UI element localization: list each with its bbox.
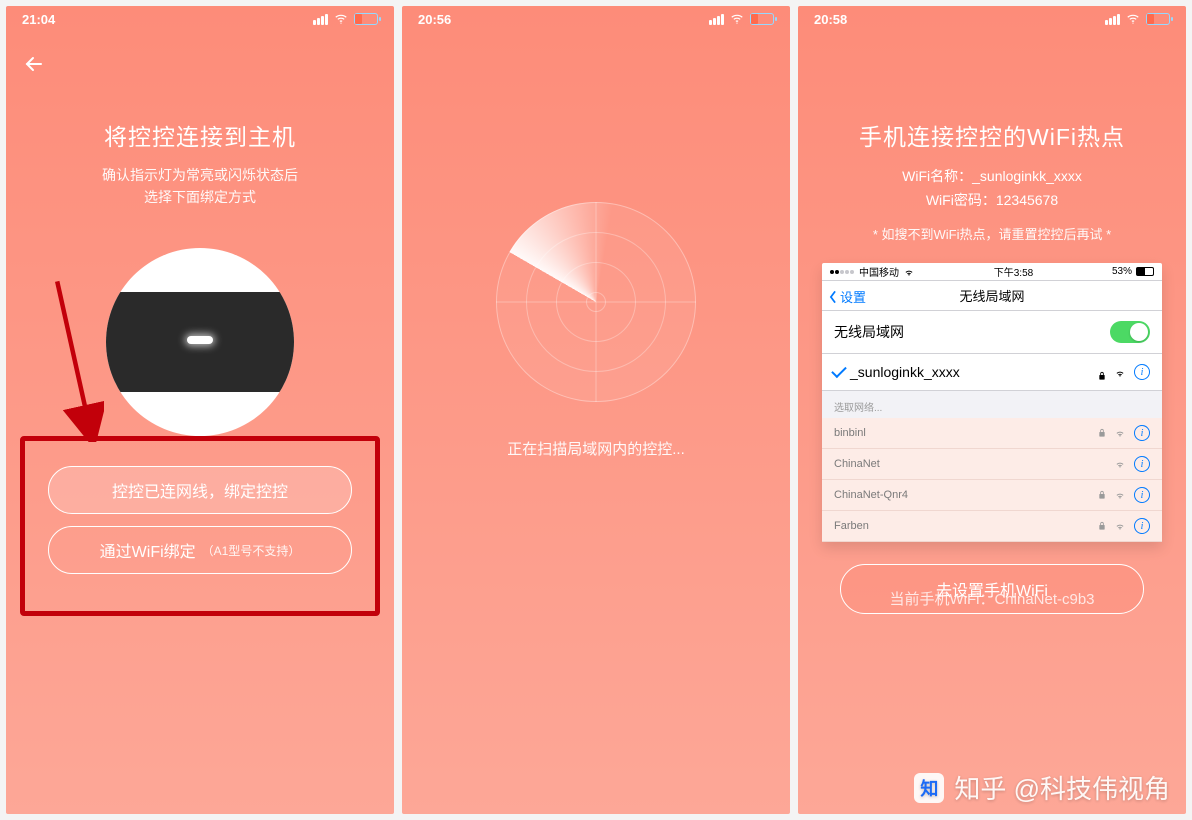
wifi-strength-icon — [1114, 520, 1126, 532]
info-icon[interactable]: i — [1134, 487, 1150, 503]
status-time: 20:56 — [418, 12, 451, 27]
lock-icon — [1098, 367, 1106, 377]
lock-icon — [1098, 490, 1106, 500]
goto-wifi-settings-button[interactable]: 去设置手机WiFi — [840, 564, 1144, 614]
ios-wifi-toggle[interactable] — [1110, 321, 1150, 343]
wifi-icon — [730, 12, 744, 26]
ios-network-row[interactable]: ChinaNet-Qnr4i — [822, 480, 1162, 511]
status-time: 20:58 — [814, 12, 847, 27]
ios-section-label: 选取网络... — [822, 391, 1162, 418]
page-title: 手机连接控控的WiFi热点 — [798, 118, 1186, 152]
info-icon[interactable]: i — [1134, 518, 1150, 534]
lock-icon — [1098, 521, 1106, 531]
radar-scanner — [496, 202, 696, 402]
ios-nav-title: 无线局域网 — [959, 286, 1024, 305]
status-time: 21:04 — [22, 12, 55, 27]
ios-clock: 下午3:58 — [994, 264, 1033, 279]
ios-network-row[interactable]: ChinaNeti — [822, 449, 1162, 480]
wifi-icon — [1126, 12, 1140, 26]
ios-wifi-selected-row[interactable]: _sunloginkk_xxxx i — [822, 354, 1162, 391]
ios-nav-bar: 设置 无线局域网 — [822, 281, 1162, 311]
hotspot-note: * 如搜不到WiFi热点，请重置控控后再试 * — [798, 224, 1186, 243]
lock-icon — [1098, 428, 1106, 438]
ios-other-networks: 选取网络... binbinliChinaNetiChinaNet-Qnr4iF… — [822, 391, 1162, 542]
signal-icon — [709, 14, 724, 25]
pane-scanning: 20:56 正在扫描局域网内的控控... — [402, 6, 790, 814]
ios-wifi-icon — [903, 266, 915, 278]
wifi-credentials: WiFi名称：_sunloginkk_xxxx WiFi密码：12345678 — [798, 164, 1186, 212]
signal-icon — [1105, 14, 1120, 25]
annotation-arrow-icon — [50, 272, 104, 442]
ios-network-row[interactable]: binbinli — [822, 418, 1162, 449]
page-title: 将控控连接到主机 — [6, 118, 394, 152]
status-right — [709, 12, 774, 26]
status-right — [313, 12, 378, 26]
battery-icon — [354, 13, 378, 25]
page-subtitle: 确认指示灯为常亮或闪烁状态后 选择下面绑定方式 — [6, 164, 394, 208]
ios-wifi-toggle-row[interactable]: 无线局域网 — [822, 311, 1162, 354]
ios-back-button[interactable]: 设置 — [828, 287, 866, 306]
pane-wifi-hotspot: 20:58 手机连接控控的WiFi热点 WiFi名称：_sunloginkk_x… — [798, 6, 1186, 814]
bind-wifi-button[interactable]: 通过WiFi绑定 （A1型号不支持） — [48, 526, 352, 574]
wifi-strength-icon — [1114, 366, 1126, 378]
scanning-label: 正在扫描局域网内的控控... — [402, 438, 790, 459]
info-icon[interactable]: i — [1134, 425, 1150, 441]
ios-signal-dots-icon — [830, 266, 855, 277]
status-bar: 20:56 — [402, 6, 790, 32]
device-illustration — [106, 248, 294, 436]
wifi-strength-icon — [1114, 458, 1126, 470]
ios-network-row[interactable]: Farbeni — [822, 511, 1162, 542]
ios-wifi-settings-screenshot: 中国移动 下午3:58 53% 设置 无线局域网 无线局域网 _sunlogin… — [822, 263, 1162, 542]
status-right — [1105, 12, 1170, 26]
bind-wired-button[interactable]: 控控已连网线，绑定控控 — [48, 466, 352, 514]
battery-icon — [1146, 13, 1170, 25]
pane-connect-device: 21:04 将控控连接到主机 确认指示灯为常亮或闪烁状态后 选择下面绑定方式 控… — [6, 6, 394, 814]
back-button[interactable] — [22, 52, 46, 76]
status-bar: 21:04 — [6, 6, 394, 32]
ios-battery-icon — [1136, 267, 1154, 276]
wifi-strength-icon — [1114, 427, 1126, 439]
status-bar: 20:58 — [798, 6, 1186, 32]
ios-carrier: 中国移动 — [859, 264, 899, 279]
wifi-strength-icon — [1114, 489, 1126, 501]
ios-battery-percent: 53% — [1112, 266, 1132, 277]
wifi-icon — [334, 12, 348, 26]
info-icon[interactable]: i — [1134, 364, 1150, 380]
info-icon[interactable]: i — [1134, 456, 1150, 472]
signal-icon — [313, 14, 328, 25]
ios-status-bar: 中国移动 下午3:58 53% — [822, 263, 1162, 281]
battery-icon — [750, 13, 774, 25]
